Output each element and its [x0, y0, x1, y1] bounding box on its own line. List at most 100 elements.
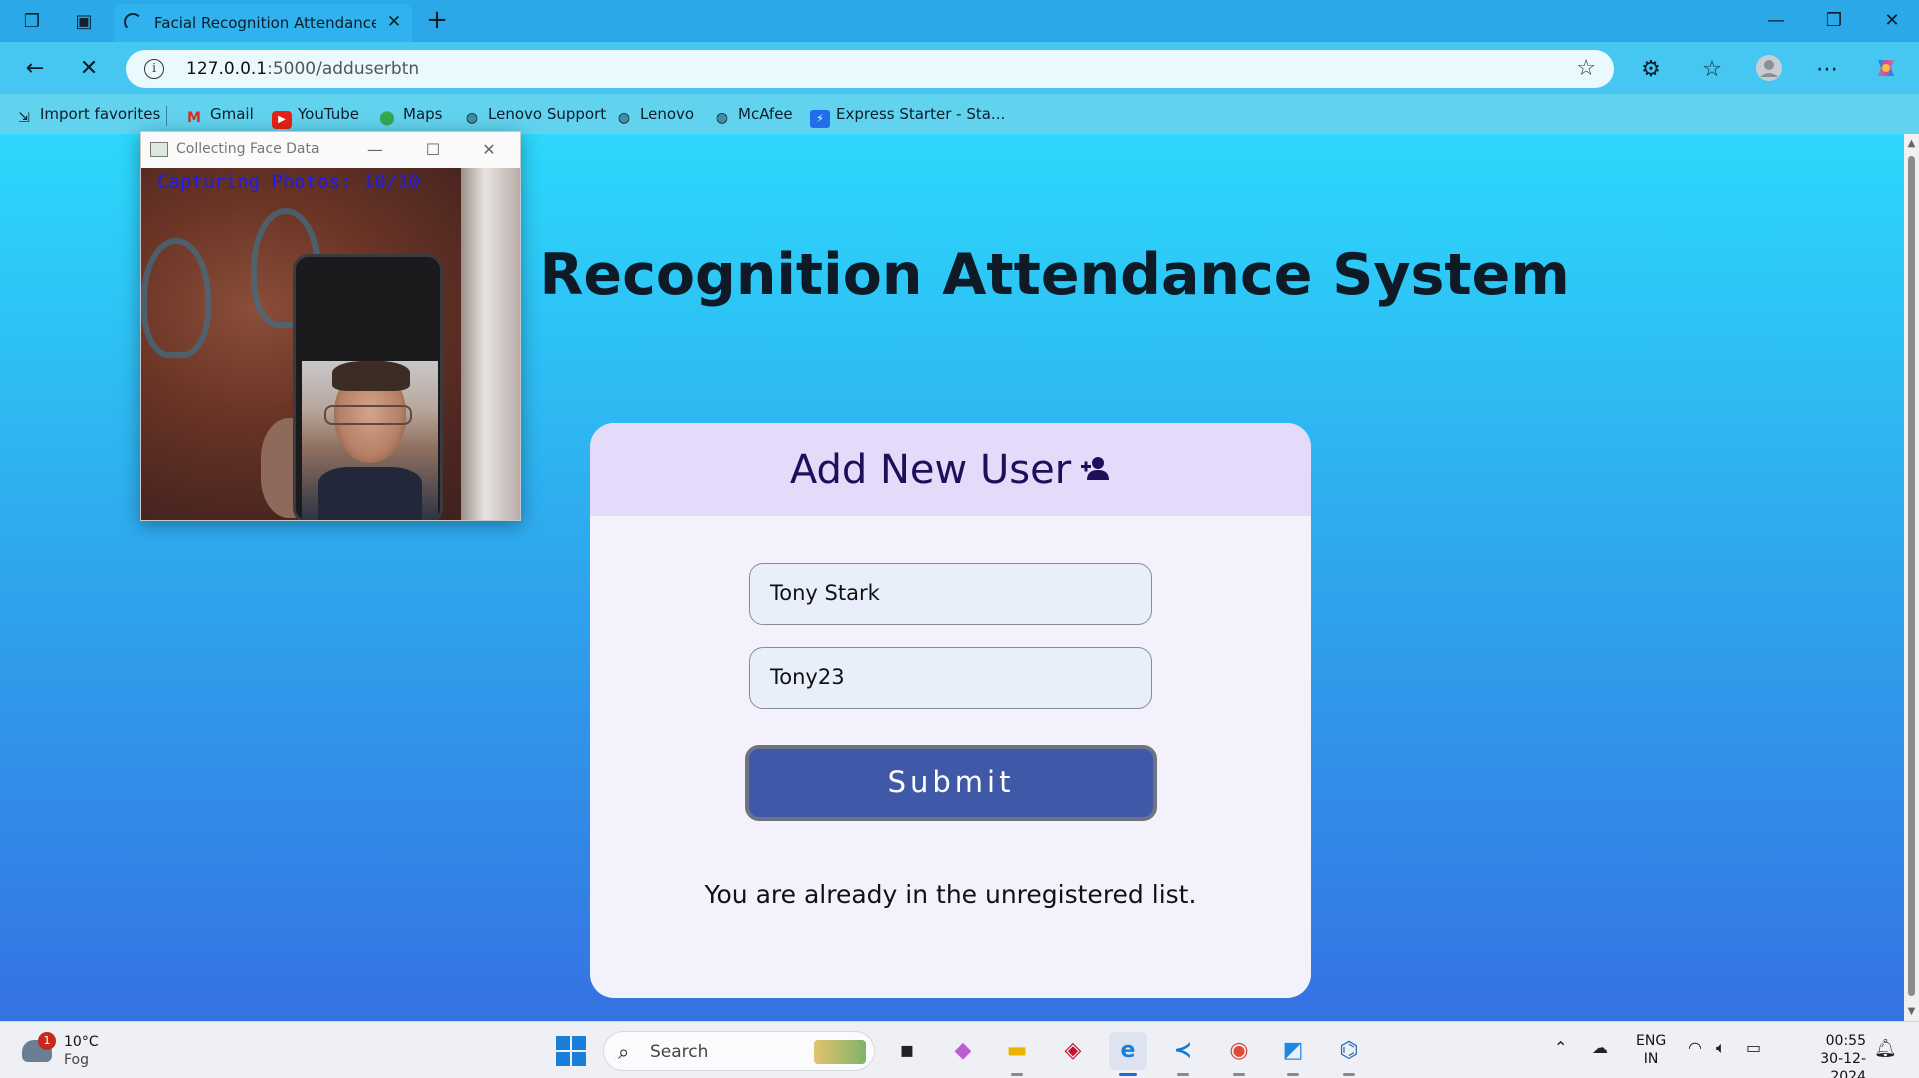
gmail-icon: M [187, 110, 201, 126]
image-app-icon[interactable]: ◩ [1274, 1032, 1312, 1076]
bookmark-maps[interactable]: ⬤ Maps [377, 102, 442, 126]
chrome-icon[interactable]: ◉ [1220, 1032, 1258, 1076]
opencv-app-icon [150, 142, 168, 157]
show-hidden-icons-chevron[interactable]: ⌃ [1554, 1038, 1567, 1057]
system-clock[interactable]: 00:55 30-12-2024 [1790, 1032, 1866, 1078]
back-button[interactable]: ← [20, 54, 50, 84]
express-icon: ⚡ [810, 110, 830, 128]
language-code: ENG [1636, 1033, 1667, 1049]
bookmark-import-favorites[interactable]: ⇲ Import favorites [14, 102, 160, 126]
scroll-down-icon[interactable]: ▼ [1906, 1006, 1917, 1017]
loading-spinner-icon [124, 13, 142, 31]
start-button[interactable] [556, 1036, 586, 1066]
bookmarks-bar: ⇲ Import favorites M Gmail ▶ YouTube ⬤ Maps … [0, 94, 1919, 134]
url-host: 127.0.0.1 [186, 59, 268, 79]
bookmark-lenovo-support[interactable]: ◍ Lenovo Support [462, 102, 606, 126]
submit-button[interactable]: Submit [745, 745, 1157, 821]
volume-icon[interactable]: 🔈︎ [1716, 1038, 1726, 1058]
capture-maximize-button[interactable]: ☐ [419, 138, 447, 162]
taskbar: 1 10°C Fog ⌕ Search ▪ ◆ ▬ ◈ e ≺ ◉ ◩ ⌬ ⌃ … [0, 1021, 1919, 1078]
region-code: IN [1643, 1051, 1659, 1067]
edge-browser-icon[interactable]: e [1109, 1032, 1147, 1076]
camera-feed: Capturing Photos: 10/10 [141, 168, 520, 520]
wifi-icon[interactable]: ◠ [1688, 1038, 1702, 1057]
minimize-window-button[interactable]: — [1756, 8, 1796, 34]
copilot-icon[interactable] [1870, 54, 1902, 86]
file-explorer-icon[interactable]: ▬ [998, 1032, 1036, 1076]
search-highlight-image [814, 1040, 866, 1064]
mcafee-icon[interactable]: ◈ [1054, 1032, 1092, 1070]
card-title: Add New User [590, 445, 1311, 493]
copilot-app-icon[interactable]: ◆ [944, 1032, 982, 1070]
bookmark-label: Lenovo Support [488, 105, 607, 123]
favorites-icon[interactable]: ☆ [1696, 54, 1728, 86]
face-capture-window: Collecting Face Data — ☐ ✕ Capturing Pho… [140, 131, 521, 521]
face-shirt [318, 467, 422, 520]
browser-nav-bar: ← ✕ i 127.0.0.1:5000/adduserbtn ☆ [0, 42, 1919, 94]
globe-icon: ◍ [617, 110, 631, 126]
maps-icon: ⬤ [379, 110, 395, 126]
user-id-input[interactable]: Tony23 [749, 647, 1152, 709]
phone-in-feed [293, 254, 443, 520]
weather-badge: 1 [38, 1032, 56, 1050]
face-photo [302, 361, 438, 520]
clock-time: 00:55 [1825, 1033, 1866, 1049]
bookmark-youtube[interactable]: ▶ YouTube [272, 102, 359, 129]
tab-title: Facial Recognition Attendance System [154, 14, 376, 32]
bookmark-express-starter[interactable]: ⚡ Express Starter - Sta... [810, 102, 1005, 128]
weather-widget[interactable]: 1 10°C Fog [20, 1030, 100, 1072]
globe-icon: ◍ [465, 110, 479, 126]
tab-close-icon[interactable]: ✕ [384, 12, 404, 32]
bookmark-label: Gmail [210, 105, 254, 123]
favorite-star-icon[interactable]: ☆ [1576, 56, 1596, 81]
search-placeholder: Search [650, 1042, 709, 1062]
name-input[interactable]: Tony Stark [749, 563, 1152, 625]
language-indicator[interactable]: ENG IN [1636, 1032, 1666, 1068]
browser-tab-active[interactable]: Facial Recognition Attendance System ✕ [114, 4, 412, 42]
battery-icon[interactable]: ▭ [1746, 1038, 1761, 1057]
globe-icon: ◍ [715, 110, 729, 126]
capture-progress-text: Capturing Photos: 10/10 [157, 171, 421, 193]
bookmark-mcafee[interactable]: ◍ McAfee [712, 102, 793, 126]
more-options-icon[interactable]: ⋯ [1811, 54, 1843, 86]
restore-window-button[interactable]: ❐ [1814, 8, 1854, 34]
url-path: :5000/adduserbtn [267, 59, 420, 79]
face-hair [332, 361, 410, 391]
bookmark-separator [166, 106, 167, 126]
tab-actions-icon[interactable]: ▣ [72, 10, 96, 34]
youtube-icon: ▶ [272, 111, 292, 129]
bookmark-gmail[interactable]: M Gmail [184, 102, 254, 126]
search-icon: ⌕ [618, 1040, 630, 1064]
address-bar[interactable]: i 127.0.0.1:5000/adduserbtn ☆ [126, 50, 1614, 88]
capture-window-titlebar[interactable]: Collecting Face Data — ☐ ✕ [141, 132, 520, 168]
wall-pattern [141, 238, 211, 358]
weather-condition: Fog [64, 1052, 90, 1068]
card-title-text: Add New User [789, 447, 1072, 493]
bookmark-label: Import favorites [40, 105, 161, 123]
extensions-icon[interactable]: ⚙ [1635, 54, 1667, 86]
bookmark-label: YouTube [298, 105, 359, 123]
add-user-icon [1081, 445, 1111, 480]
address-url[interactable]: 127.0.0.1:5000/adduserbtn [186, 59, 419, 79]
notifications-bell-icon[interactable]: 🔔︎ [1874, 1038, 1897, 1059]
scroll-up-icon[interactable]: ▲ [1906, 138, 1917, 149]
bookmark-lenovo[interactable]: ◍ Lenovo [614, 102, 694, 126]
bookmark-label: Maps [403, 105, 443, 123]
scrollbar-thumb[interactable] [1908, 156, 1915, 996]
python-icon[interactable]: ⌬ [1330, 1032, 1368, 1076]
task-view-icon[interactable]: ▪ [888, 1032, 926, 1070]
vscode-icon[interactable]: ≺ [1164, 1032, 1202, 1076]
onedrive-cloud-icon[interactable]: ☁ [1592, 1038, 1608, 1057]
import-icon: ⇲ [18, 110, 30, 126]
stop-loading-button[interactable]: ✕ [74, 54, 104, 84]
new-tab-button[interactable]: + [424, 7, 450, 34]
site-info-icon[interactable]: i [144, 59, 164, 79]
taskbar-search[interactable]: ⌕ Search [603, 1031, 875, 1071]
workspaces-icon[interactable]: ❐ [20, 10, 44, 34]
capture-minimize-button[interactable]: — [361, 138, 389, 162]
add-user-card: Add New User Tony Stark Tony23 Submit Yo… [590, 423, 1311, 998]
capture-close-button[interactable]: ✕ [475, 138, 503, 162]
page-scrollbar[interactable]: ▲ ▼ [1904, 134, 1919, 1021]
profile-avatar[interactable] [1753, 54, 1785, 86]
close-window-button[interactable]: ✕ [1872, 8, 1912, 34]
